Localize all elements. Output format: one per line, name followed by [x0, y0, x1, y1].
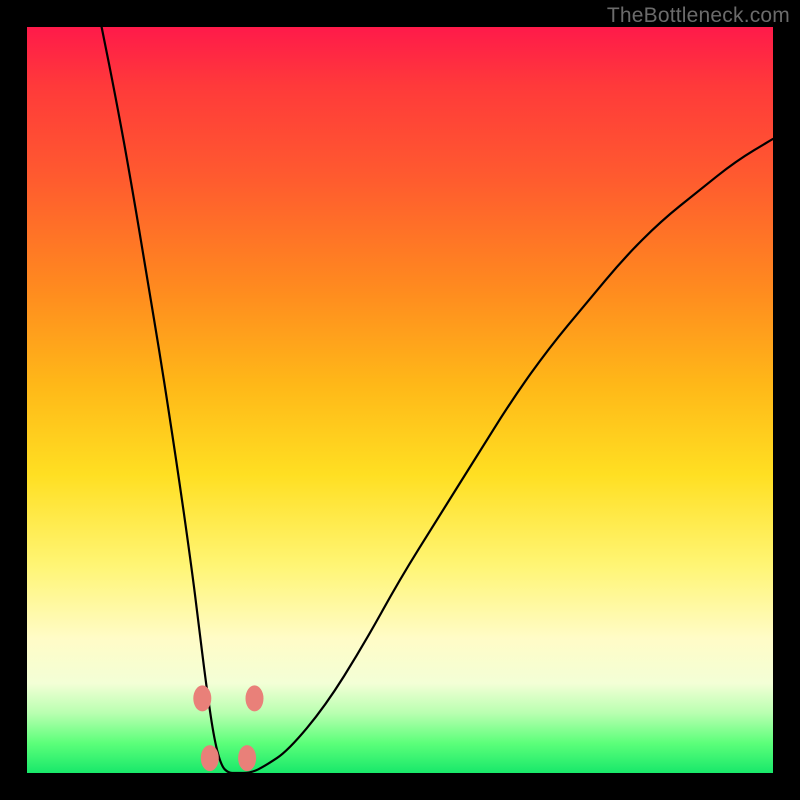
- watermark-text: TheBottleneck.com: [607, 4, 790, 28]
- plot-area: [27, 27, 773, 773]
- chart-frame: TheBottleneck.com: [0, 0, 800, 800]
- curve-marker: [201, 745, 219, 771]
- curve-svg: [27, 27, 773, 773]
- marker-group: [193, 685, 263, 771]
- curve-marker: [238, 745, 256, 771]
- curve-marker: [246, 685, 264, 711]
- bottleneck-curve-path: [102, 27, 773, 773]
- curve-marker: [193, 685, 211, 711]
